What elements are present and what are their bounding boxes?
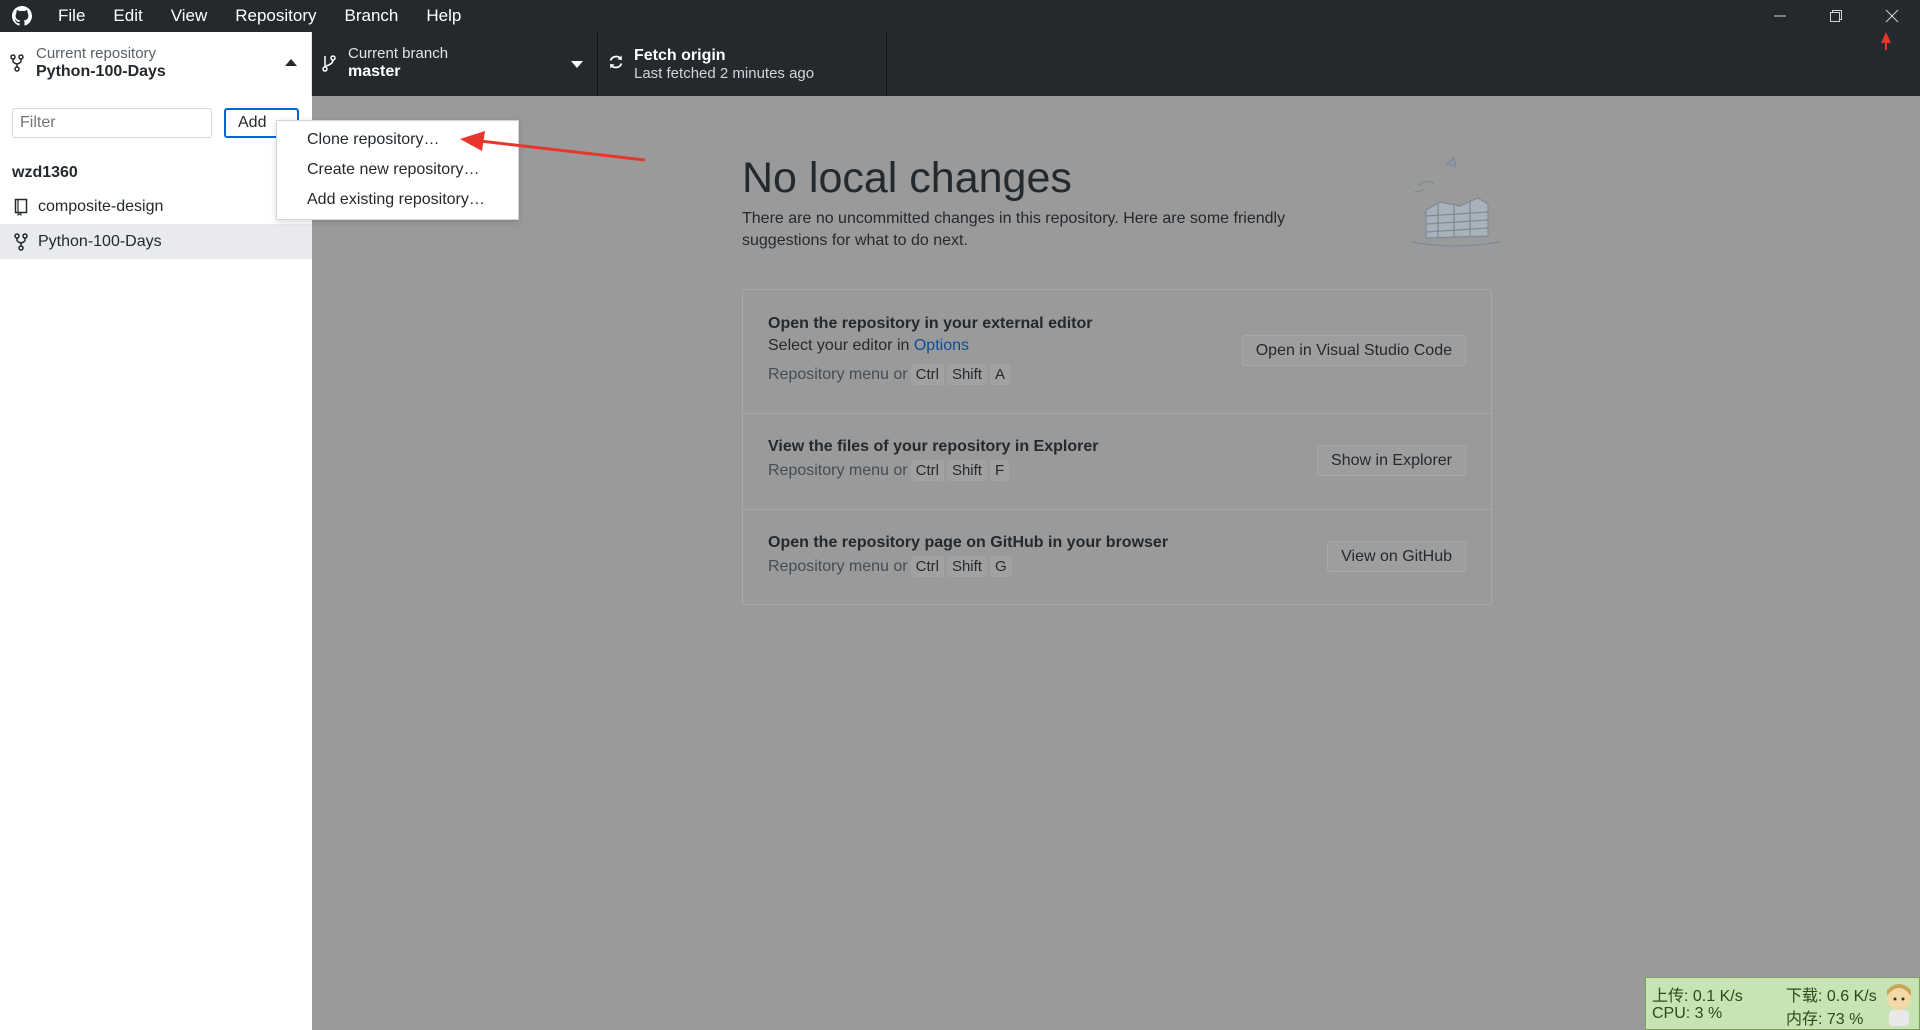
repo-name: Python-100-Days	[38, 232, 162, 250]
view-on-github-button[interactable]: View on GitHub	[1327, 541, 1466, 572]
repository-list-panel: Add wzd1360 composite-design Python-100-…	[0, 96, 312, 1030]
shortcut-prefix: Repository menu or	[768, 365, 908, 383]
page-description: There are no uncommitted changes in this…	[742, 210, 1286, 249]
window-controls	[1752, 0, 1920, 32]
sync-icon	[608, 54, 624, 72]
title-bar: File Edit View Repository Branch Help	[0, 0, 1920, 32]
keyboard-shortcut: Repository menu or Ctrl Shift F	[768, 460, 1010, 481]
open-in-editor-button[interactable]: Open in Visual Studio Code	[1241, 335, 1466, 366]
repo-name: composite-design	[38, 197, 164, 215]
suggestion-open-editor: Open the repository in your external edi…	[743, 290, 1491, 414]
menu-repository[interactable]: Repository	[221, 0, 330, 32]
kbd-key: Ctrl	[910, 460, 944, 481]
kbd-key: Shift	[946, 364, 987, 385]
menu-view[interactable]: View	[157, 0, 222, 32]
github-logo-icon	[0, 0, 44, 32]
upload-speed: 上传: 0.1 K/s	[1652, 988, 1743, 1005]
kbd-key: F	[989, 460, 1010, 481]
kbd-key: A	[989, 364, 1010, 385]
suggestion-show-explorer: View the files of your repository in Exp…	[743, 414, 1491, 510]
suggestion-view-github: Open the repository page on GitHub in yo…	[743, 510, 1491, 604]
shortcut-prefix: Repository menu or	[768, 461, 908, 479]
minimize-button[interactable]	[1752, 0, 1808, 32]
show-in-explorer-button[interactable]: Show in Explorer	[1317, 445, 1466, 476]
download-speed: 下载: 0.6 K/s	[1786, 988, 1877, 1005]
current-branch-name: master	[348, 63, 401, 80]
list-item[interactable]: Python-100-Days	[0, 224, 312, 259]
suggestions-box: Open the repository in your external edi…	[742, 289, 1492, 605]
current-branch-button[interactable]: Current branch master	[312, 32, 598, 96]
repo-icon	[12, 198, 30, 216]
group-title: wzd1360	[12, 164, 78, 181]
current-repository-name: Python-100-Days	[36, 63, 166, 80]
options-link[interactable]: Options	[914, 337, 969, 354]
filter-input[interactable]	[12, 108, 212, 138]
fetch-origin-button[interactable]: Fetch origin Last fetched 2 minutes ago	[598, 32, 887, 96]
suggestion-subtitle-text: Select your editor in	[768, 337, 914, 354]
menu-edit[interactable]: Edit	[99, 0, 156, 32]
kbd-key: Ctrl	[910, 556, 944, 577]
mascot-icon	[1881, 980, 1917, 1028]
network-speed-widget: 上传: 0.1 K/s 下载: 0.6 K/s CPU: 3 % 内存: 73 …	[1645, 977, 1920, 1030]
chevron-down-icon	[571, 61, 583, 68]
restore-button[interactable]	[1808, 0, 1864, 32]
keyboard-shortcut: Repository menu or Ctrl Shift G	[768, 556, 1012, 577]
menu-branch[interactable]: Branch	[331, 0, 413, 32]
branch-icon	[322, 54, 338, 72]
kbd-key: Shift	[946, 460, 987, 481]
chevron-up-icon	[285, 59, 297, 66]
kbd-key: Shift	[946, 556, 987, 577]
menu-item-add-existing-repository[interactable]: Add existing repository…	[307, 191, 485, 209]
add-dropdown-menu: Clone repository… Create new repository……	[276, 120, 519, 220]
suggestion-title: Open the repository page on GitHub in yo…	[768, 534, 1169, 551]
current-repository-label: Current repository	[36, 45, 157, 62]
suggestion-title: Open the repository in your external edi…	[768, 315, 1093, 332]
kbd-key: G	[989, 556, 1012, 577]
main-content: No local changes There are no uncommitte…	[312, 96, 1920, 1030]
cpu-usage: CPU: 3 %	[1652, 1005, 1723, 1022]
list-item[interactable]: composite-design	[0, 189, 312, 224]
suggestion-title: View the files of your repository in Exp…	[768, 438, 1099, 455]
last-fetched-text: Last fetched 2 minutes ago	[634, 65, 815, 82]
menu-item-create-repository[interactable]: Create new repository…	[307, 161, 480, 179]
current-branch-label: Current branch	[348, 45, 449, 62]
menu-file[interactable]: File	[44, 0, 99, 32]
toolbar: Current repository Python-100-Days Curre…	[0, 32, 1920, 96]
kbd-key: Ctrl	[910, 364, 944, 385]
page-title: No local changes	[742, 154, 1072, 202]
current-repository-button[interactable]: Current repository Python-100-Days	[0, 32, 312, 96]
fork-icon	[10, 54, 26, 72]
fork-icon	[12, 232, 30, 251]
shortcut-prefix: Repository menu or	[768, 557, 908, 575]
menu-item-clone-repository[interactable]: Clone repository…	[307, 131, 440, 149]
fetch-origin-label: Fetch origin	[634, 47, 726, 64]
close-button[interactable]	[1864, 0, 1920, 32]
suggestion-subtitle: Select your editor in Options	[768, 337, 969, 355]
empty-state-illustration	[1404, 156, 1504, 252]
memory-usage: 内存: 73 %	[1786, 1011, 1864, 1028]
keyboard-shortcut: Repository menu or Ctrl Shift A	[768, 364, 1010, 385]
menu-help[interactable]: Help	[412, 0, 475, 32]
